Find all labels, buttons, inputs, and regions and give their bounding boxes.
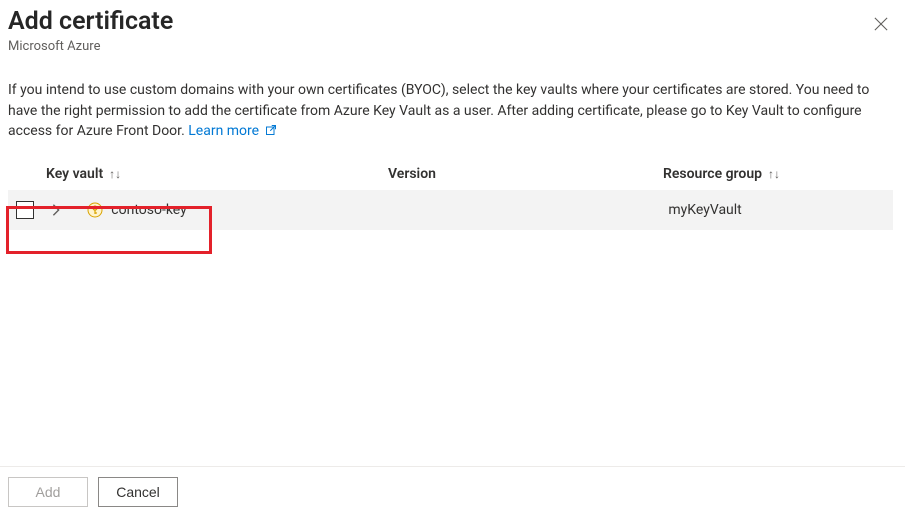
description-body: If you intend to use custom domains with… bbox=[8, 82, 869, 139]
footer-bar: Add Cancel bbox=[0, 466, 905, 517]
table-header-row: Key vault ↑↓ Version Resource group ↑↓ bbox=[8, 158, 893, 190]
description-text: If you intend to use custom domains with… bbox=[8, 80, 897, 142]
cancel-button[interactable]: Cancel bbox=[98, 477, 178, 507]
column-header-version-label: Version bbox=[388, 166, 436, 182]
table-row[interactable]: contoso-key myKeyVault bbox=[8, 190, 893, 230]
key-vault-name: contoso-key bbox=[111, 202, 186, 218]
key-vault-icon bbox=[87, 202, 103, 218]
expand-chevron-icon[interactable] bbox=[49, 203, 63, 217]
learn-more-label: Learn more bbox=[188, 123, 259, 139]
key-vault-table: Key vault ↑↓ Version Resource group ↑↓ bbox=[8, 158, 893, 230]
close-icon bbox=[874, 17, 888, 31]
sort-icon: ↑↓ bbox=[109, 167, 121, 181]
learn-more-link[interactable]: Learn more bbox=[188, 123, 276, 139]
row-checkbox[interactable] bbox=[16, 201, 34, 219]
panel-title: Add certificate bbox=[8, 6, 173, 37]
close-button[interactable] bbox=[867, 10, 895, 38]
add-button[interactable]: Add bbox=[8, 477, 88, 507]
column-header-resource-group[interactable]: Resource group ↑↓ bbox=[663, 166, 893, 182]
column-header-key-vault[interactable]: Key vault ↑↓ bbox=[46, 166, 388, 182]
column-header-version[interactable]: Version bbox=[388, 166, 663, 182]
sort-icon: ↑↓ bbox=[768, 167, 780, 181]
column-header-resource-group-label: Resource group bbox=[663, 166, 762, 182]
resource-group-value: myKeyVault bbox=[668, 202, 741, 218]
panel-subtitle: Microsoft Azure bbox=[8, 39, 173, 54]
external-link-icon bbox=[265, 122, 277, 142]
column-header-key-vault-label: Key vault bbox=[46, 166, 103, 182]
